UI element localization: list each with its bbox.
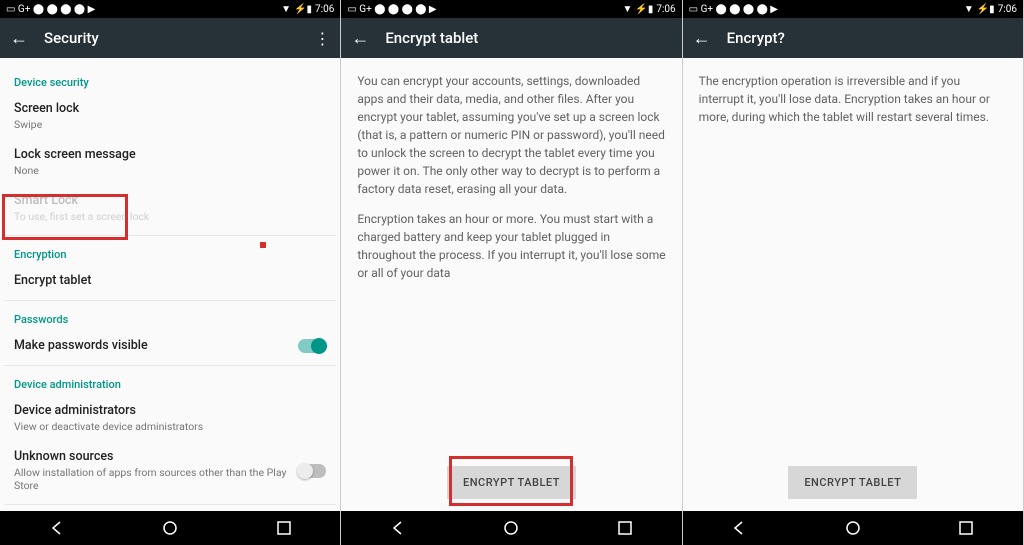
item-screen-lock[interactable]: Screen lock Swipe [4,93,336,139]
back-icon[interactable]: ← [351,28,369,49]
status-right: ▼⚡▮7:06 [622,4,675,15]
clock: 7:06 [315,4,334,15]
clock: 7:06 [998,4,1017,15]
battery-icon: ⚡▮ [294,4,312,15]
item-encrypt-tablet[interactable]: Encrypt tablet [4,265,336,296]
nav-recents-icon[interactable] [616,519,634,537]
nav-recents-icon[interactable] [275,519,293,537]
toggle-unknown-sources[interactable] [298,464,326,478]
item-unknown-sources[interactable]: Unknown sources Allow installation of ap… [4,441,336,500]
nav-home-icon[interactable] [844,519,862,537]
nav-bar [683,511,1023,545]
section-passwords: Passwords [4,305,336,330]
status-right: ▼⚡▮7:06 [964,4,1017,15]
divider [4,504,336,505]
red-dot [260,242,266,248]
battery-icon: ⚡▮ [635,4,653,15]
status-left-icons: ▭ G+ ⬤ ⬤ ⬤ ⬤ ▶ [6,4,95,15]
back-icon[interactable]: ← [693,28,711,49]
status-left-icons: ▭ G+ ⬤ ⬤ ⬤ ⬤ ▶ [689,4,778,15]
divider [4,365,336,366]
button-bar: ENCRYPT TABLET [683,454,1023,511]
para-1: You can encrypt your accounts, settings,… [357,72,665,198]
page-title: Encrypt tablet [385,29,671,47]
settings-list[interactable]: Device security Screen lock Swipe Lock s… [0,58,340,511]
section-device-security: Device security [4,68,336,93]
panel-encrypt-confirm: ▭ G+ ⬤ ⬤ ⬤ ⬤ ▶ ▼⚡▮7:06 ← Encrypt? The en… [683,0,1024,545]
para-2: Encryption takes an hour or more. You mu… [357,210,665,282]
para-1: The encryption operation is irreversible… [699,72,1007,126]
description: You can encrypt your accounts, settings,… [341,58,681,454]
item-lock-screen-message[interactable]: Lock screen message None [4,139,336,185]
item-smart-lock: Smart Lock To use, first set a screen lo… [4,185,336,231]
appbar: ← Encrypt tablet [341,18,681,58]
appbar: ← Security ⋮ [0,18,340,58]
section-encryption: Encryption [4,240,336,265]
wifi-icon: ▼ [622,4,632,15]
nav-recents-icon[interactable] [957,519,975,537]
section-credential-storage: Credential storage [4,509,336,511]
overflow-menu-icon[interactable]: ⋮ [314,29,330,48]
description: The encryption operation is irreversible… [683,58,1023,454]
clock: 7:06 [656,4,675,15]
status-left-icons: ▭ G+ ⬤ ⬤ ⬤ ⬤ ▶ [347,4,436,15]
status-bar: ▭ G+ ⬤ ⬤ ⬤ ⬤ ▶ ▼⚡▮7:06 [683,0,1023,18]
nav-back-icon[interactable] [389,519,407,537]
panel-security: ▭ G+ ⬤ ⬤ ⬤ ⬤ ▶ ▼⚡▮7:06 ← Security ⋮ Devi… [0,0,341,545]
toggle-passwords-visible[interactable] [298,339,326,353]
nav-back-icon[interactable] [48,519,66,537]
encrypt-tablet-button[interactable]: ENCRYPT TABLET [447,466,576,499]
appbar: ← Encrypt? [683,18,1023,58]
nav-bar [0,511,340,545]
status-bar: ▭ G+ ⬤ ⬤ ⬤ ⬤ ▶ ▼⚡▮7:06 [0,0,340,18]
back-icon[interactable]: ← [10,28,28,49]
section-device-admin: Device administration [4,370,336,395]
item-device-administrators[interactable]: Device administrators View or deactivate… [4,395,336,441]
status-bar: ▭ G+ ⬤ ⬤ ⬤ ⬤ ▶ ▼⚡▮7:06 [341,0,681,18]
nav-bar [341,511,681,545]
battery-icon: ⚡▮ [977,4,995,15]
button-bar: ENCRYPT TABLET [341,454,681,511]
divider [4,300,336,301]
encrypt-tablet-button[interactable]: ENCRYPT TABLET [788,466,917,499]
status-right: ▼⚡▮7:06 [281,4,334,15]
nav-home-icon[interactable] [502,519,520,537]
page-title: Encrypt? [727,29,1013,47]
wifi-icon: ▼ [964,4,974,15]
panel-encrypt-tablet: ▭ G+ ⬤ ⬤ ⬤ ⬤ ▶ ▼⚡▮7:06 ← Encrypt tablet … [341,0,682,545]
nav-home-icon[interactable] [161,519,179,537]
divider [4,235,336,236]
nav-back-icon[interactable] [730,519,748,537]
page-title: Security [44,29,298,47]
wifi-icon: ▼ [281,4,291,15]
item-passwords-visible[interactable]: Make passwords visible [4,330,336,361]
